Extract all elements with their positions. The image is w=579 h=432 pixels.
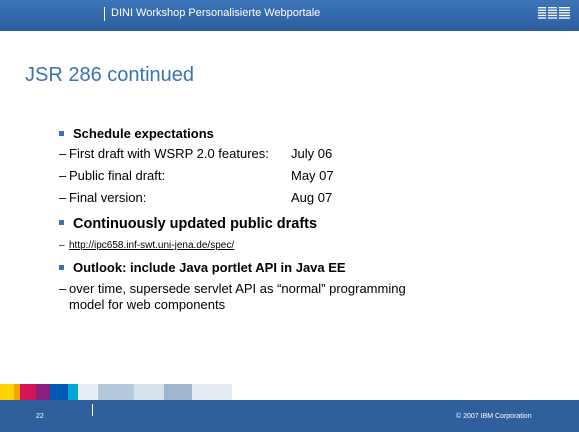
slide-content: Schedule expectations – First draft with… — [59, 126, 559, 313]
dash-icon: – — [59, 240, 65, 251]
outlook-text-cont: model for web components — [59, 297, 559, 313]
schedule-item: – First draft with WSRP 2.0 features: Ju… — [59, 146, 559, 162]
footer-separator — [92, 404, 93, 416]
footer-color-strip — [0, 384, 270, 400]
bullet-square-icon — [59, 265, 64, 270]
dash-icon: – — [59, 168, 67, 183]
schedule-item: – Final version: Aug 07 — [59, 190, 559, 206]
outlook-line-1: over time, supersede servlet API as “nor… — [69, 281, 406, 296]
dash-icon: – — [59, 146, 67, 161]
schedule-item-value: May 07 — [291, 168, 334, 183]
spec-link[interactable]: http://ipc658.inf-swt.uni-jena.de/spec/ — [69, 240, 234, 251]
schedule-item-label: Final version: — [69, 190, 147, 205]
slide: DINI Workshop Personalisierte Webportale… — [0, 0, 579, 432]
ibm-logo — [538, 6, 570, 21]
schedule-item: – Public final draft: May 07 — [59, 168, 559, 184]
bullet-outlook: Outlook: include Java portlet API in Jav… — [59, 260, 559, 276]
header-separator — [104, 7, 105, 21]
schedule-item-label: First draft with WSRP 2.0 features: — [69, 146, 269, 161]
bullet-drafts: Continuously updated public drafts — [59, 215, 559, 233]
dash-icon: – — [59, 190, 67, 205]
drafts-link-row: – http://ipc658.inf-swt.uni-jena.de/spec… — [59, 239, 559, 252]
header-title: DINI Workshop Personalisierte Webportale — [111, 7, 321, 19]
schedule-heading: Schedule expectations — [73, 126, 214, 141]
bullet-square-icon — [59, 131, 64, 136]
copyright: © 2007 IBM Corporation — [456, 413, 532, 420]
page-number: 22 — [36, 413, 44, 420]
schedule-item-value: Aug 07 — [291, 190, 333, 205]
outlook-line-2: model for web components — [69, 297, 226, 312]
outlook-text: – over time, supersede servlet API as “n… — [59, 281, 559, 297]
schedule-item-value: July 06 — [291, 146, 333, 161]
bullet-schedule: Schedule expectations — [59, 126, 559, 142]
slide-title: JSR 286 continued — [25, 64, 195, 86]
drafts-heading: Continuously updated public drafts — [73, 216, 318, 232]
dash-icon: – — [59, 281, 67, 296]
schedule-item-label: Public final draft: — [69, 168, 166, 183]
header-bar: DINI Workshop Personalisierte Webportale — [0, 0, 579, 31]
outlook-heading: Outlook: include Java portlet API in Jav… — [73, 260, 346, 275]
bullet-square-icon — [59, 220, 64, 225]
